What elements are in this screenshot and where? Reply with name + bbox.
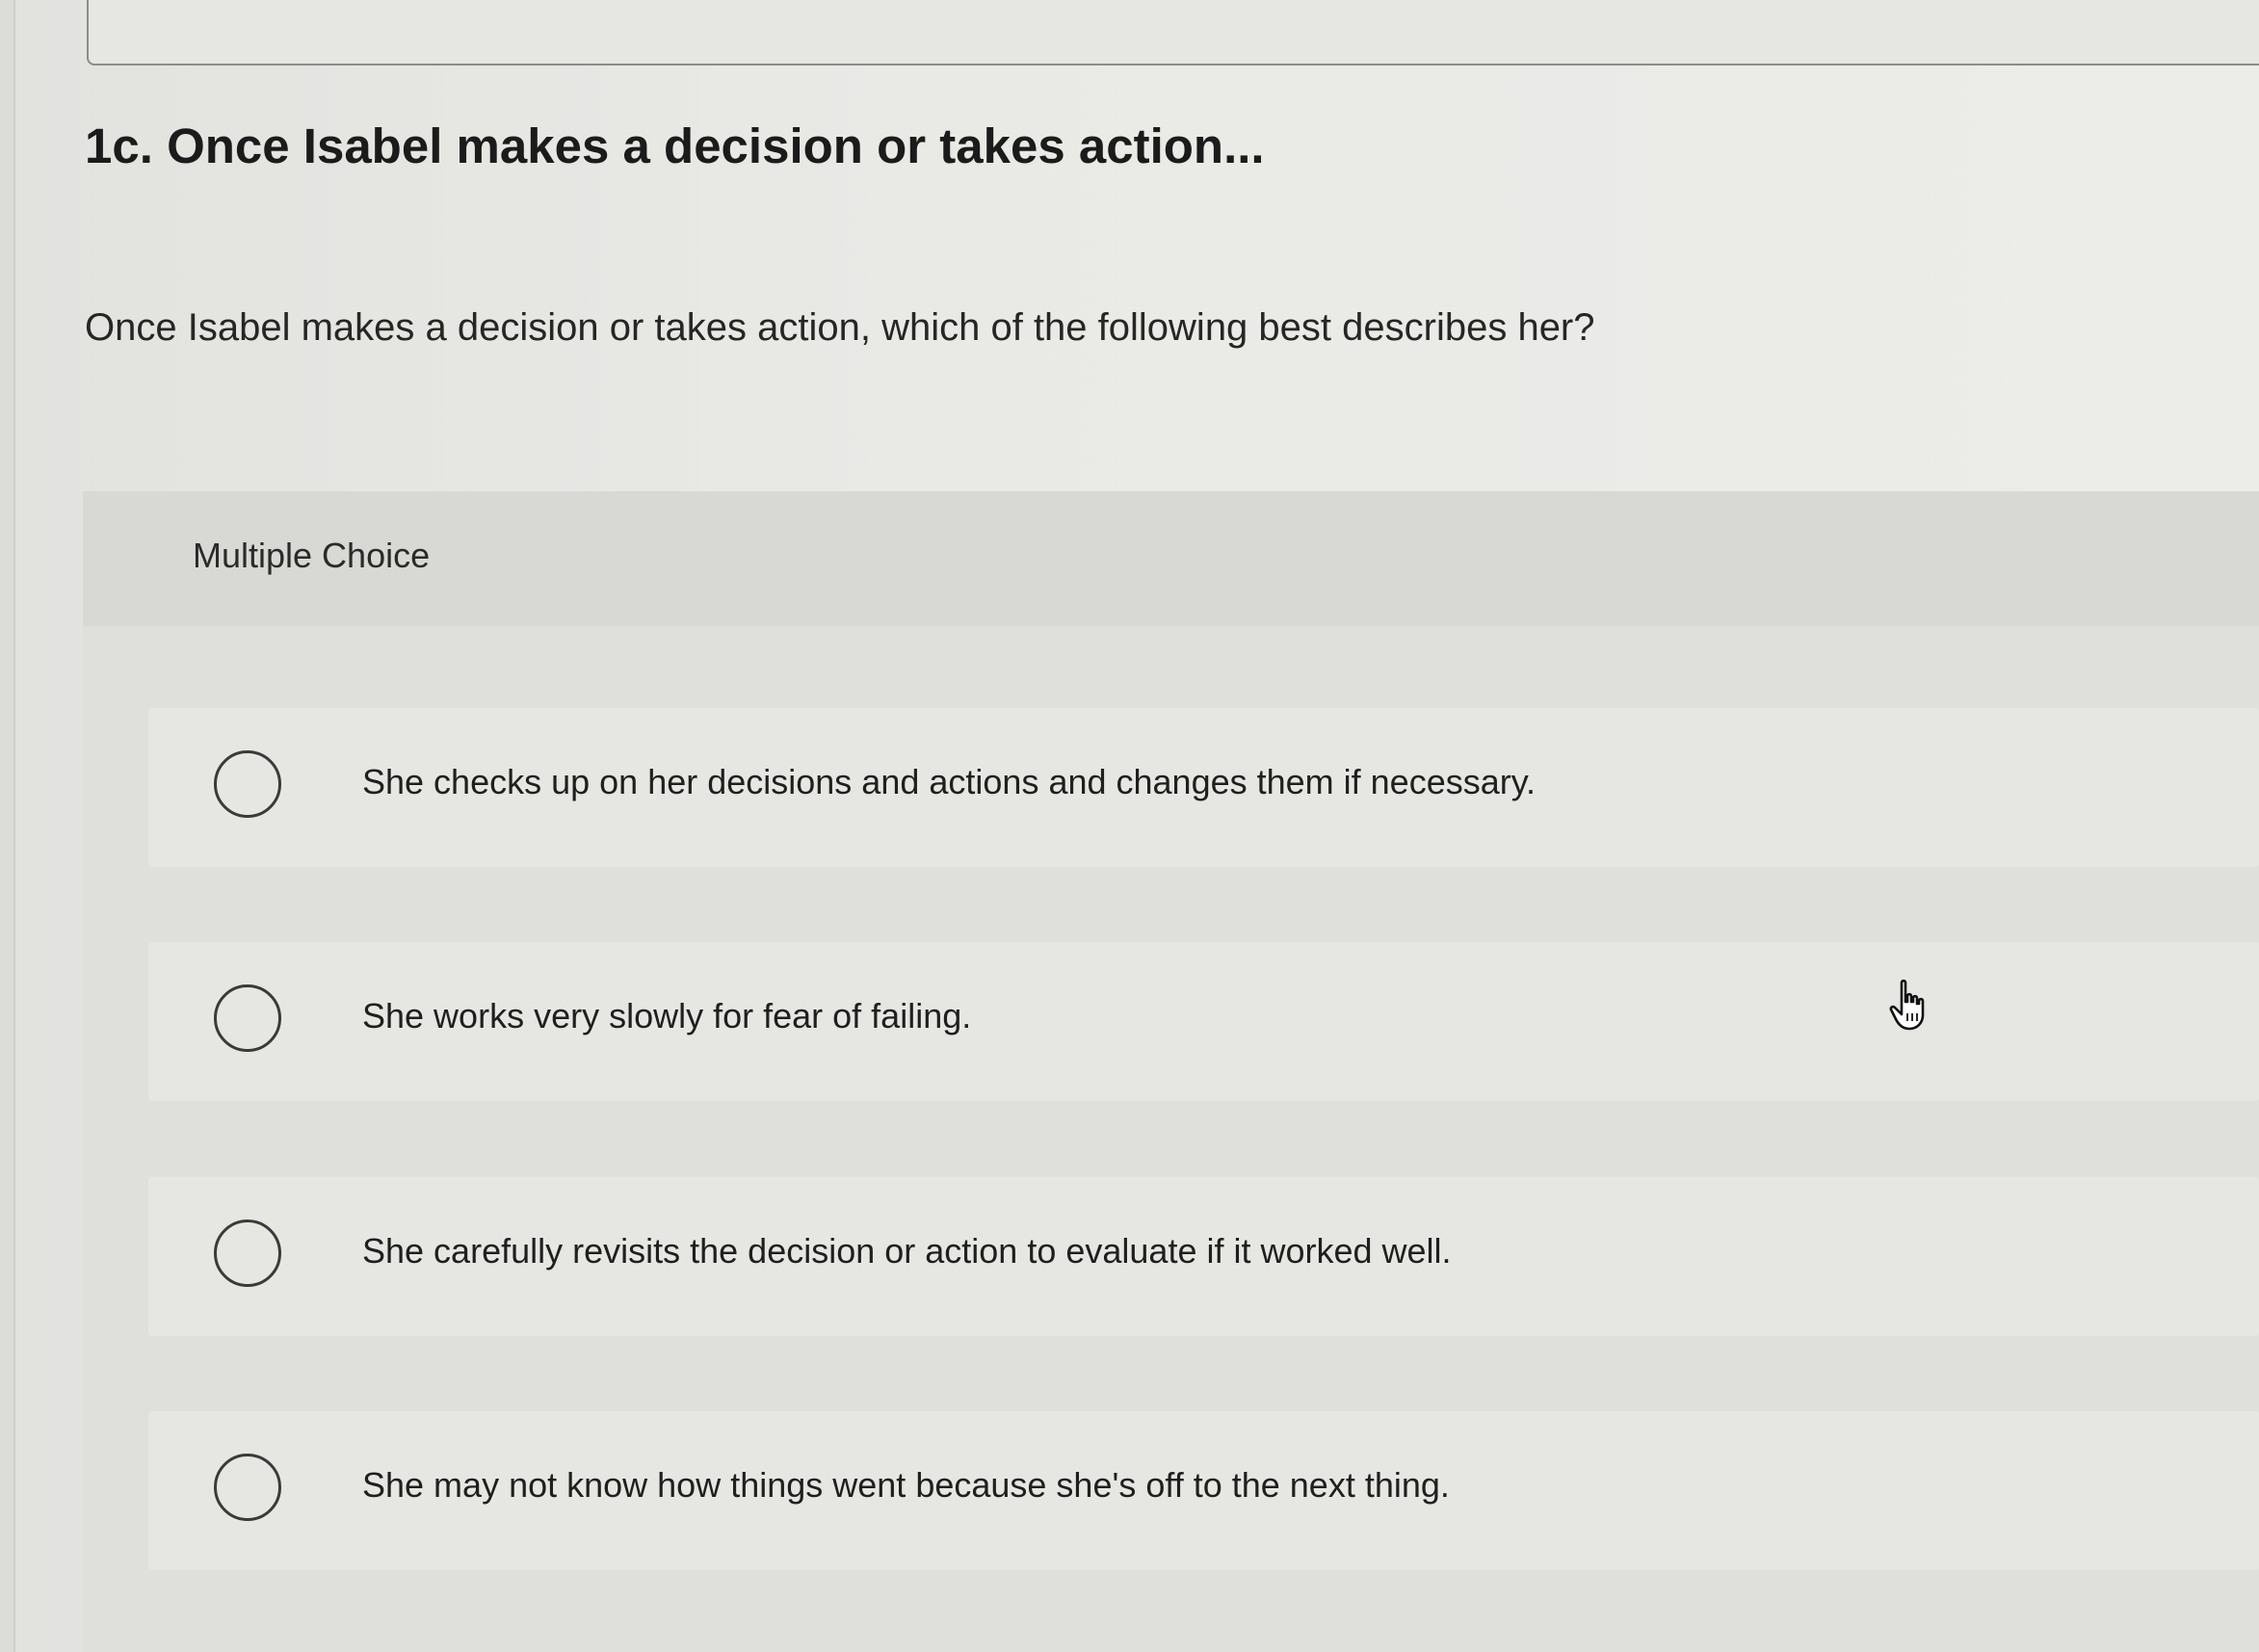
radio-button-unselected-icon[interactable] [214, 984, 281, 1052]
radio-button-unselected-icon[interactable] [214, 1454, 281, 1521]
choice-option-4[interactable]: She may not know how things went because… [148, 1411, 2259, 1570]
choice-option-label: She may not know how things went because… [362, 1465, 1450, 1505]
hand-pointer-cursor-icon [1889, 979, 1925, 1031]
choice-option-label: She carefully revisits the decision or a… [362, 1231, 1452, 1271]
previous-question-box [87, 0, 2259, 66]
choice-option-label: She checks up on her decisions and actio… [362, 762, 1537, 801]
choice-option-3[interactable]: She carefully revisits the decision or a… [148, 1177, 2259, 1336]
choice-option-1[interactable]: She checks up on her decisions and actio… [148, 708, 2259, 867]
question-title: 1c. Once Isabel makes a decision or take… [85, 118, 1265, 173]
question-prompt: Once Isabel makes a decision or takes ac… [85, 306, 1595, 349]
multiple-choice-label: Multiple Choice [193, 536, 431, 575]
page: 1c. Once Isabel makes a decision or take… [0, 0, 2259, 1652]
multiple-choice-panel: Multiple Choice She checks up on her dec… [83, 491, 2259, 1652]
choice-option-label: She works very slowly for fear of failin… [362, 996, 972, 1036]
choice-option-2[interactable]: She works very slowly for fear of failin… [148, 942, 2259, 1101]
left-edge-frame [0, 0, 15, 1652]
radio-button-unselected-icon[interactable] [214, 750, 281, 818]
radio-button-unselected-icon[interactable] [214, 1219, 281, 1287]
multiple-choice-header: Multiple Choice [83, 491, 2259, 626]
